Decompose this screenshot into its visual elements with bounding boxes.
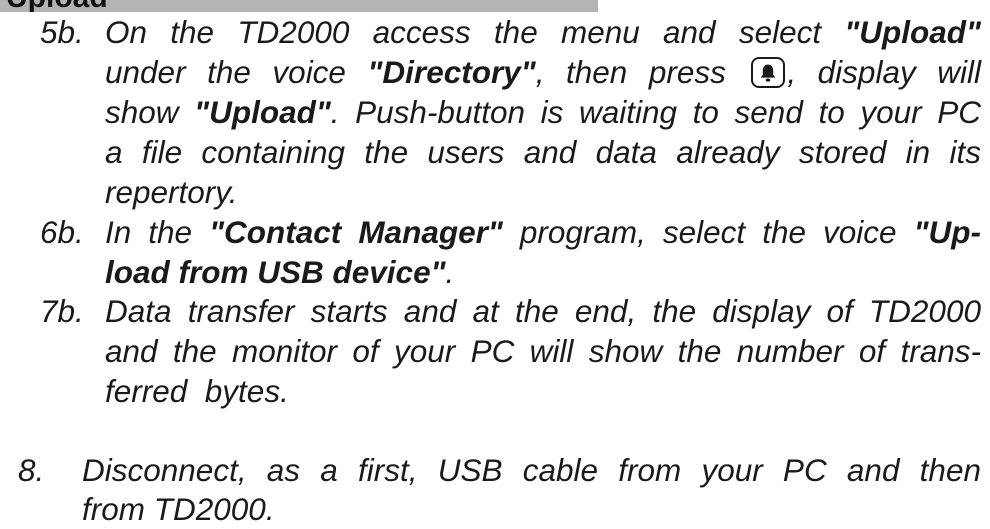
step-number: 7b.	[40, 293, 84, 329]
step-6b-line-2: load from USB device".	[105, 252, 454, 292]
menu-voice-upload: "Up-	[913, 214, 981, 250]
display-text-upload: "Upload"	[194, 94, 331, 130]
step-text: program, select the voice	[502, 214, 914, 250]
step-text: Disconnect, as a first, USB cable from y…	[82, 452, 981, 488]
step-text: from TD2000.	[82, 491, 275, 527]
step-text: show	[105, 94, 195, 130]
step-6b-line-1: In the "Contact Manager" program, select…	[105, 212, 981, 252]
step-number: 5b.	[40, 14, 84, 50]
section-header-bar: Upload	[0, 0, 598, 12]
step-text: .	[445, 254, 455, 290]
step-text: Data transfer starts and at the end, the…	[105, 293, 981, 329]
step-text: repertory.	[105, 174, 238, 210]
step-text: On the TD2000 access the menu and select	[105, 14, 845, 50]
step-number: 8.	[18, 452, 45, 488]
step-text: , then press	[535, 54, 748, 90]
bell-icon	[761, 64, 776, 82]
step-text: under the voice	[105, 54, 368, 90]
step-7b-line-1: Data transfer starts and at the end, the…	[105, 291, 981, 331]
menu-option-upload: "Upload"	[844, 14, 981, 50]
step-text: ferred bytes.	[105, 373, 289, 409]
step-8-line-1: Disconnect, as a first, USB cable from y…	[82, 450, 981, 490]
step-5b-line-1: On the TD2000 access the menu and select…	[105, 12, 981, 52]
step-text: a file containing the users and data alr…	[105, 134, 981, 170]
program-contact-manager: "Contact Manager"	[209, 214, 503, 250]
step-text: , display will	[787, 54, 981, 90]
bell-key-icon	[751, 57, 786, 88]
section-title: Upload	[6, 0, 108, 12]
step-5b-line-3: show "Upload". Push-button is waiting to…	[105, 92, 981, 132]
menu-voice-upload-cont: load from USB device"	[105, 254, 446, 290]
step-8-line-2: from TD2000.	[82, 489, 275, 529]
step-5b-line-2: under the voice "Directory", then press …	[105, 52, 981, 92]
step-text: In the	[105, 214, 210, 250]
step-7b-line-3: ferred bytes.	[105, 371, 289, 411]
step-text: and the monitor of your PC will show the…	[105, 333, 981, 369]
menu-voice-directory: "Directory"	[367, 54, 536, 90]
step-number: 6b.	[40, 214, 84, 250]
step-5b-line-4: a file containing the users and data alr…	[105, 132, 981, 172]
step-text: . Push-button is waiting to send to your…	[330, 94, 981, 130]
step-5b-line-5: repertory.	[105, 172, 237, 212]
step-7b-line-2: and the monitor of your PC will show the…	[105, 331, 981, 371]
